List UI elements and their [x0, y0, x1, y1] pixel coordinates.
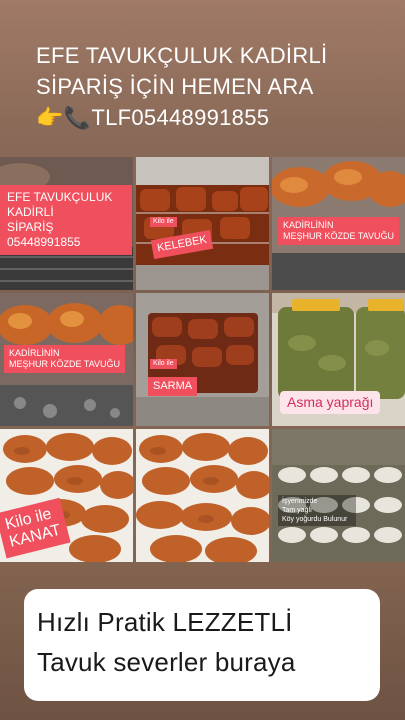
header-line-1: EFE TAVUKÇULUK KADİRLİ	[36, 43, 328, 68]
tile-yogurt-label: İşyerimizde Tam yağlı Köy yoğurdu Bulunu…	[278, 495, 356, 526]
tile-asma-label: Asma yaprağı	[280, 391, 381, 414]
tile-kanat[interactable]: Kilo ile KANAT	[0, 429, 133, 562]
tile-kelebek[interactable]: Kilo ile KELEBEK	[136, 157, 269, 290]
tile-kozde-2[interactable]: KADİRLİNİN MEŞHUR KÖZDE TAVUĞU	[0, 293, 133, 426]
kanat-photo-2	[136, 429, 269, 562]
tile-kozde-2-label: KADİRLİNİN MEŞHUR KÖZDE TAVUĞU	[4, 345, 126, 373]
tile-sarma-label: SARMA	[148, 377, 198, 396]
tile-asma[interactable]: Asma yaprağı	[272, 293, 405, 426]
tile-contact[interactable]: EFE TAVUKÇULUK KADİRLİ SİPARİŞ 054489918…	[0, 157, 133, 290]
photo-grid: EFE TAVUKÇULUK KADİRLİ SİPARİŞ 054489918…	[0, 157, 405, 562]
footer-line-1: Hızlı Pratik LEZZETLİ	[37, 607, 293, 637]
tile-kozde-1-label: KADİRLİNİN MEŞHUR KÖZDE TAVUĞU	[278, 217, 400, 245]
tile-contact-label: EFE TAVUKÇULUK KADİRLİ SİPARİŞ 054489918…	[0, 185, 132, 255]
header-line-3: 👉📞TLF05448991855	[36, 105, 270, 130]
header-text: EFE TAVUKÇULUK KADİRLİ SİPARİŞ İÇİN HEME…	[36, 40, 396, 133]
tile-sarma-small: Kilo ile	[150, 359, 177, 369]
tile-yogurt[interactable]: İşyerimizde Tam yağlı Köy yoğurdu Bulunu…	[272, 429, 405, 562]
footer-line-2: Tavuk severler buraya	[37, 647, 296, 677]
footer-card: Hızlı Pratik LEZZETLİ Tavuk severler bur…	[24, 589, 380, 701]
tile-kanat-2[interactable]	[136, 429, 269, 562]
tile-sarma[interactable]: Kilo ile SARMA	[136, 293, 269, 426]
header-line-2: SİPARİŞ İÇİN HEMEN ARA	[36, 74, 314, 99]
tile-kozde-1[interactable]: KADİRLİNİN MEŞHUR KÖZDE TAVUĞU	[272, 157, 405, 290]
tile-kelebek-small: Kilo ile	[150, 217, 177, 227]
